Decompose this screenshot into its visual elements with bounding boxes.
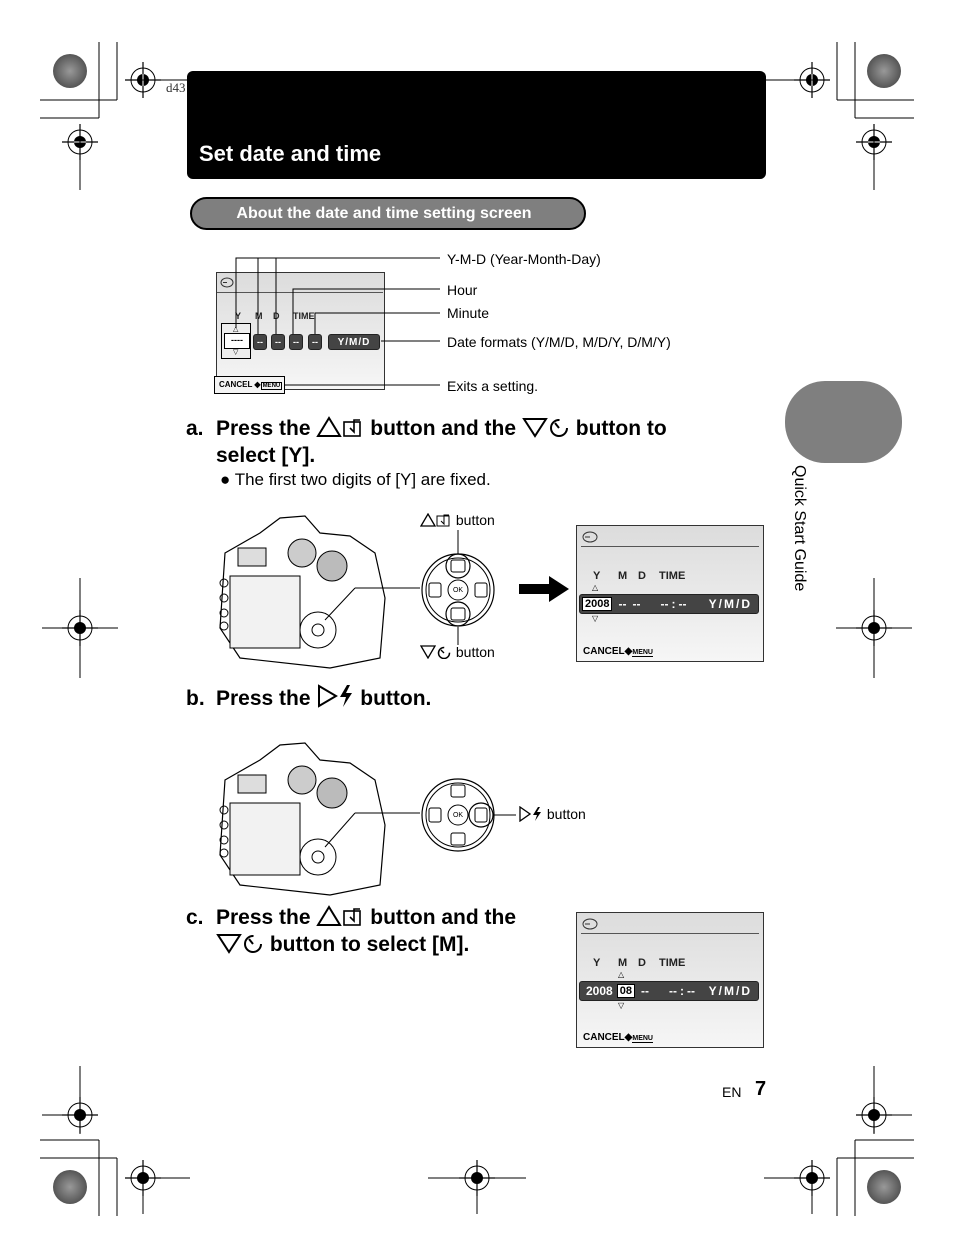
cancel-menu-label: CANCEL◆MENU — [583, 1032, 653, 1043]
self-timer-icon — [244, 935, 262, 953]
step-c-heading: c. Press the button and the button to sel… — [186, 905, 517, 956]
callout-exits: Exits a setting. — [447, 378, 539, 394]
camera-illustration — [219, 515, 420, 669]
page-number: 7 — [755, 1078, 767, 1100]
date-row: 2008 -- -- --: -- Y/M/D — [579, 594, 759, 614]
dpad-diagram-b: OK — [421, 778, 495, 852]
up-button-label: button — [419, 512, 495, 528]
callout-lines — [235, 257, 440, 386]
year-field: 2008 — [582, 597, 613, 611]
cancel-menu-label: CANCEL◆MENU — [583, 646, 653, 657]
print-icon — [343, 908, 362, 926]
month-field: 08 — [616, 984, 635, 998]
self-timer-icon — [437, 646, 451, 660]
clock-icon — [582, 531, 598, 543]
dpad-diagram-a: OK — [421, 550, 495, 627]
language-label: EN — [722, 1084, 742, 1100]
down-button-label: button — [419, 644, 495, 660]
print-icon — [436, 514, 450, 527]
side-tab-label: Quick Start Guide — [791, 465, 808, 592]
svg-text:OK: OK — [453, 587, 463, 594]
flash-icon — [340, 685, 353, 707]
print-icon — [343, 419, 362, 437]
down-triangle-icon — [419, 645, 437, 660]
up-triangle-icon — [316, 416, 343, 437]
date-row: 2008 08 -- --: -- Y/M/D — [579, 981, 759, 1001]
up-triangle-icon — [316, 905, 343, 926]
up-triangle-icon — [419, 512, 437, 527]
step-a-heading: a. Press the button and the button to sel… — [186, 416, 667, 467]
down-triangle-icon — [522, 418, 548, 438]
svg-text:OK: OK — [453, 812, 463, 819]
step-b-heading: b. Press the button. — [186, 684, 431, 712]
arrow-right-icon — [519, 576, 569, 602]
right-triangle-icon — [318, 684, 339, 708]
side-tab — [785, 381, 902, 463]
callout-hour: Hour — [447, 282, 478, 298]
lcd-screen-c: Y M D TIME △ 2008 08 -- --: -- Y/M/D ▽ CA… — [576, 912, 764, 1048]
lcd-screen-a: Y M D TIME △ 2008 -- -- --: -- Y/M/D ▽ CA… — [576, 525, 764, 662]
right-triangle-icon — [519, 805, 532, 823]
callout-ymd: Y-M-D (Year-Month-Day) — [447, 251, 601, 267]
flash-icon — [533, 807, 541, 821]
self-timer-icon — [549, 419, 568, 437]
down-triangle-icon — [216, 934, 242, 954]
callout-minute: Minute — [447, 305, 490, 321]
step-a-bullet: ● The first two digits of [Y] are fixed. — [220, 470, 491, 489]
clock-icon — [582, 918, 598, 930]
callout-date-formats: Date formats (Y/M/D, M/D/Y, D/M/Y) — [447, 334, 671, 350]
right-button-label: button — [519, 805, 586, 823]
camera-illustration — [219, 742, 420, 896]
